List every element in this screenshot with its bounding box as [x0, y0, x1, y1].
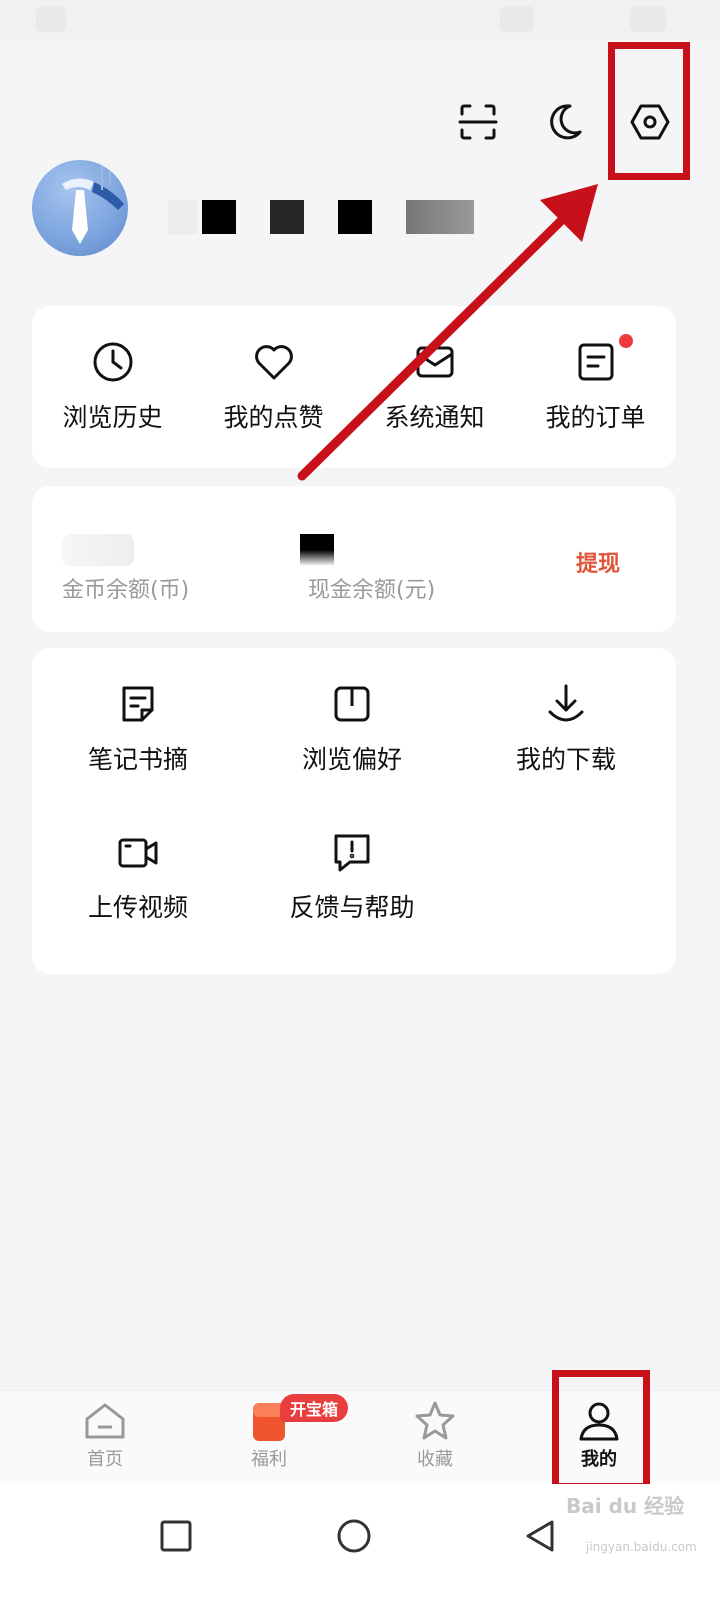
night-mode-button[interactable] [534, 92, 594, 152]
clock-icon [93, 342, 132, 382]
mail-icon [416, 346, 453, 378]
tool-label: 上传视频 [87, 893, 188, 922]
back-triangle-icon [526, 1520, 554, 1552]
note-icon [122, 686, 154, 722]
order-icon [578, 343, 613, 381]
nav-label: 福利 [251, 1449, 287, 1470]
nav-home[interactable]: 首页 [50, 1391, 160, 1485]
video-camera-icon [118, 838, 158, 868]
quick-action-label: 浏览历史 [62, 403, 163, 432]
quick-action-history[interactable]: 浏览历史 [32, 340, 193, 434]
status-blur-right [500, 6, 534, 32]
home-button[interactable] [326, 1508, 382, 1564]
tool-upload-video[interactable]: 上传视频 [48, 830, 228, 924]
heart-icon [254, 345, 293, 380]
tool-feedback[interactable]: 反馈与帮助 [262, 830, 442, 924]
tool-label: 浏览偏好 [301, 745, 402, 774]
withdraw-button[interactable]: 提现 [576, 546, 620, 578]
status-blur-battery [630, 6, 666, 32]
nav-favorites[interactable]: 收藏 [380, 1391, 490, 1485]
coin-balance-label: 金币余额(币) [62, 578, 190, 603]
circle-icon [337, 1519, 371, 1553]
cash-balance-value-redacted [300, 534, 334, 566]
scan-button[interactable] [448, 92, 508, 152]
coin-balance-value-redacted [62, 534, 134, 566]
square-icon [160, 1520, 192, 1552]
username-fade [168, 200, 198, 234]
username-block [406, 200, 474, 234]
home-icon [85, 1403, 125, 1439]
nav-label: 收藏 [417, 1449, 453, 1470]
tool-label: 我的下载 [515, 745, 616, 774]
recent-apps-button[interactable] [148, 1508, 204, 1564]
tool-downloads[interactable]: 我的下载 [476, 682, 656, 776]
quick-action-label: 系统通知 [384, 403, 485, 432]
tool-label: 笔记书摘 [87, 745, 188, 774]
quick-actions-card: 浏览历史 我的点赞 系统通知 我的订单 [32, 306, 676, 468]
feedback-icon [334, 834, 370, 872]
quick-action-orders[interactable]: 我的订单 [515, 334, 676, 434]
scan-icon [458, 104, 498, 140]
order-notification-dot [619, 334, 633, 348]
quick-action-label: 我的点赞 [223, 403, 324, 432]
watermark-brand: Bai du 经验 [566, 1494, 685, 1518]
quick-action-label: 我的订单 [545, 403, 646, 432]
tool-preferences[interactable]: 浏览偏好 [262, 682, 442, 776]
status-bar [0, 0, 720, 40]
profile-highlight-box [552, 1370, 650, 1490]
download-icon [548, 684, 584, 722]
settings-highlight-box [608, 42, 690, 180]
tool-notes[interactable]: 笔记书摘 [48, 682, 228, 776]
book-icon [334, 686, 370, 722]
cash-balance-label: 现金余额(元) [308, 578, 436, 603]
username-redacted [168, 200, 474, 234]
night-mode-icon [550, 104, 582, 140]
quick-action-likes[interactable]: 我的点赞 [193, 340, 354, 434]
star-icon [415, 1401, 455, 1440]
quick-action-notifications[interactable]: 系统通知 [354, 340, 515, 434]
status-blur-left [36, 6, 66, 32]
arrow-head [540, 184, 598, 242]
back-button[interactable] [512, 1508, 568, 1564]
watermark-url: jingyan.baidu.com [586, 1540, 697, 1554]
username-block [338, 200, 372, 234]
promo-badge[interactable]: 开宝箱 [280, 1394, 348, 1422]
avatar[interactable] [32, 160, 128, 256]
tool-label: 反馈与帮助 [289, 893, 415, 922]
username-block [202, 200, 236, 234]
username-block [270, 200, 304, 234]
nav-label: 首页 [87, 1449, 123, 1470]
avatar-image [62, 160, 124, 244]
